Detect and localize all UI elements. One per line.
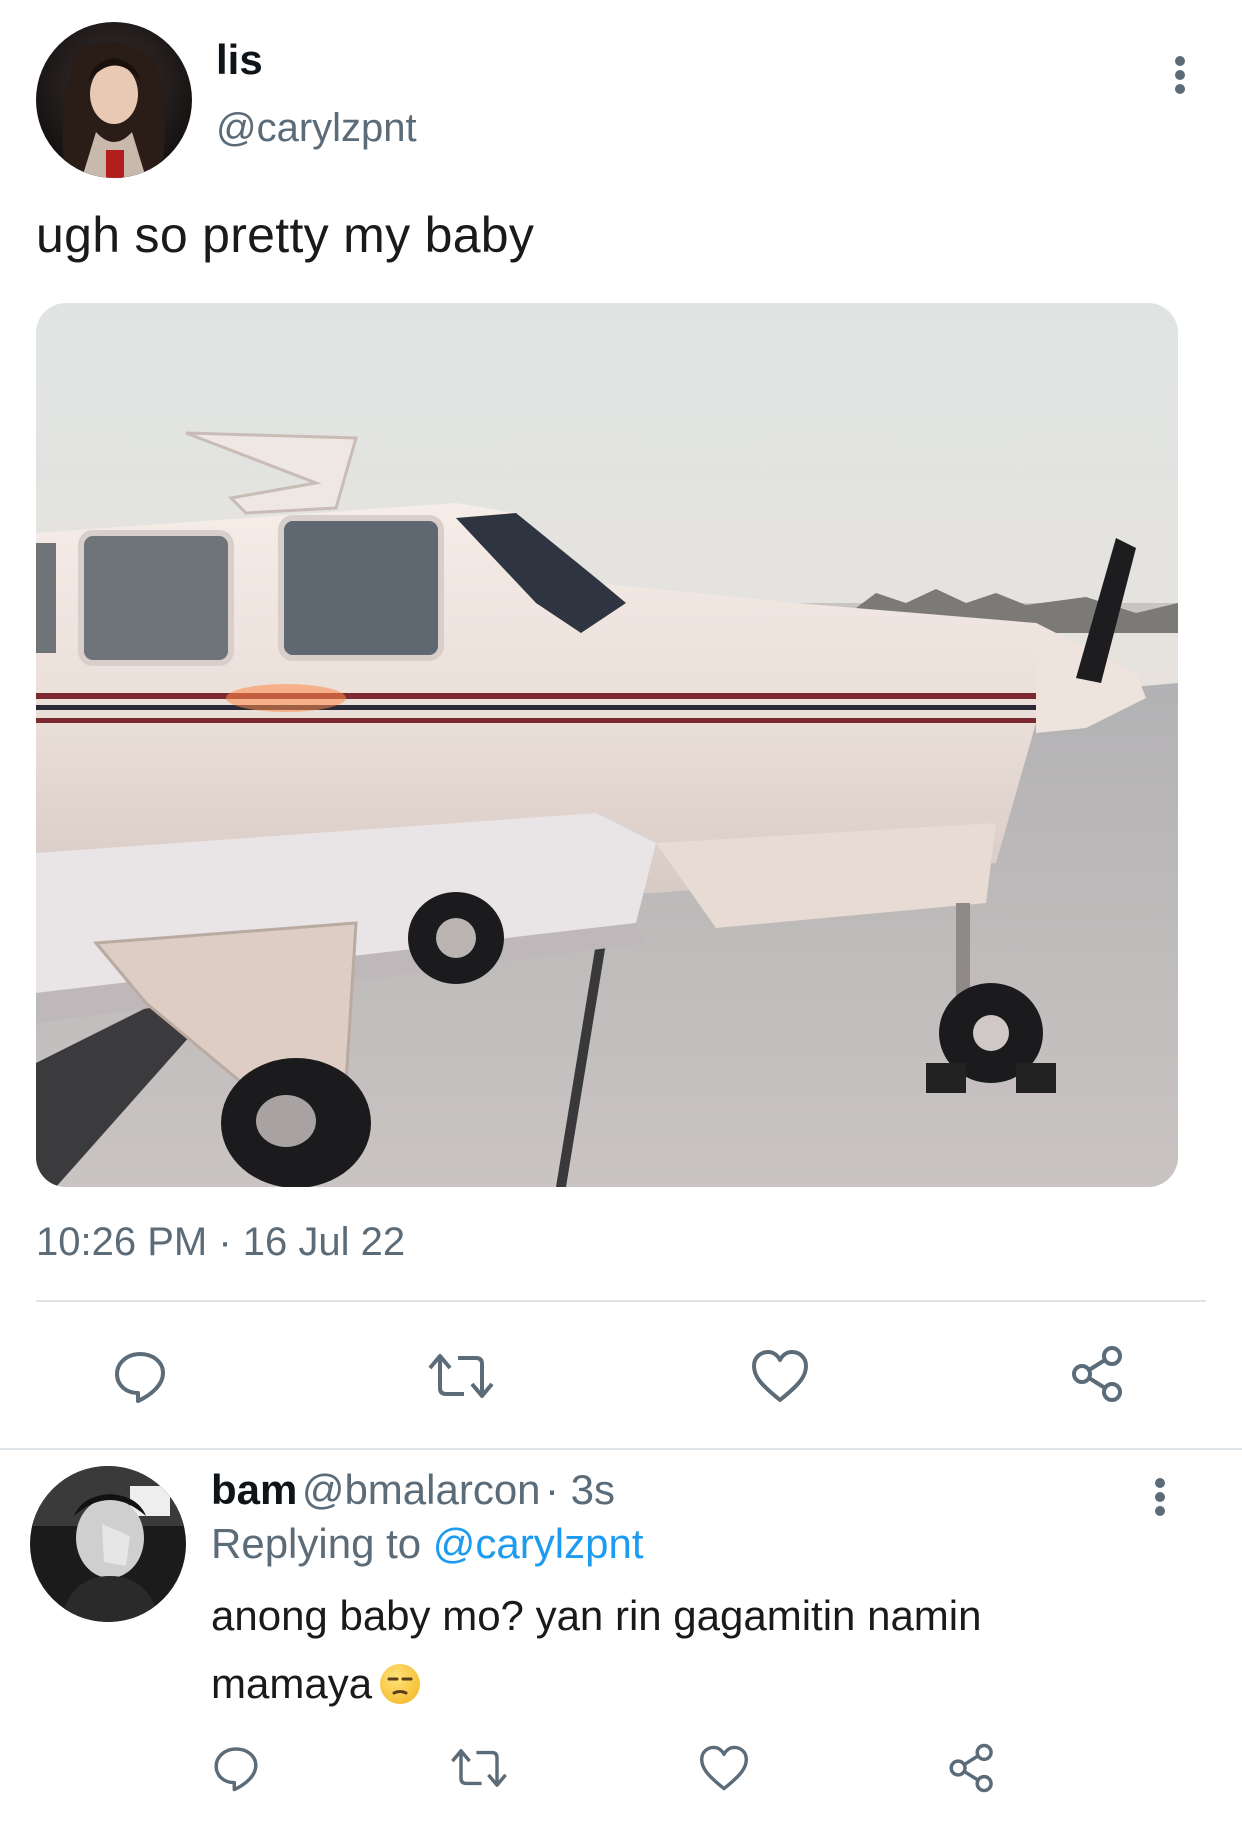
airplane-photo	[36, 303, 1178, 1187]
like-button[interactable]	[748, 1344, 812, 1408]
share-button[interactable]	[1066, 1342, 1130, 1406]
more-options-icon[interactable]	[1170, 56, 1190, 94]
tweet-timestamp: 10:26 PM · 16 Jul 22	[36, 1220, 406, 1264]
avatar-image	[36, 22, 192, 178]
reply-share-button[interactable]	[944, 1740, 1000, 1796]
reply-icon	[214, 1747, 258, 1792]
reply-author-name[interactable]: bam	[211, 1466, 297, 1513]
reply-header: bam @bmalarcon · 3s	[211, 1466, 615, 1514]
tweet-image[interactable]	[36, 303, 1178, 1187]
divider	[0, 1448, 1242, 1450]
reply-author-handle[interactable]: @bmalarcon	[302, 1466, 541, 1513]
avatar-image	[30, 1466, 186, 1622]
reply-reply-button[interactable]	[208, 1740, 264, 1796]
share-icon	[949, 1743, 993, 1793]
author-handle[interactable]: @carylzpnt	[216, 106, 417, 151]
retweet-button[interactable]	[426, 1344, 496, 1408]
like-icon	[752, 1350, 808, 1402]
reply-icon	[115, 1352, 165, 1403]
divider	[36, 1300, 1206, 1302]
like-icon	[700, 1745, 748, 1791]
reply-text-line1: anong baby mo? yan rin gagamitin namin	[211, 1592, 982, 1639]
author-name[interactable]: lis	[216, 36, 263, 84]
replying-to-label: Replying to	[211, 1520, 422, 1567]
reply-more-options-icon[interactable]	[1150, 1478, 1170, 1516]
reply-text-line2: mamaya	[211, 1660, 373, 1707]
reply-text: anong baby mo? yan rin gagamitin namin m…	[211, 1582, 981, 1718]
retweet-icon	[451, 1749, 507, 1787]
tweet-text: ugh so pretty my baby	[36, 207, 535, 263]
replying-to: Replying to @carylzpnt	[211, 1520, 644, 1568]
share-icon	[1072, 1346, 1122, 1402]
unamused-face-icon	[380, 1664, 421, 1704]
reply-retweet-button[interactable]	[448, 1740, 510, 1796]
reply-author-avatar[interactable]	[30, 1466, 186, 1622]
replying-to-handle[interactable]: @carylzpnt	[433, 1520, 644, 1567]
author-avatar[interactable]	[36, 22, 192, 178]
retweet-icon	[428, 1354, 494, 1398]
reply-time: · 3s	[545, 1466, 616, 1513]
reply-like-button[interactable]	[696, 1740, 752, 1796]
reply-button[interactable]	[108, 1344, 172, 1408]
